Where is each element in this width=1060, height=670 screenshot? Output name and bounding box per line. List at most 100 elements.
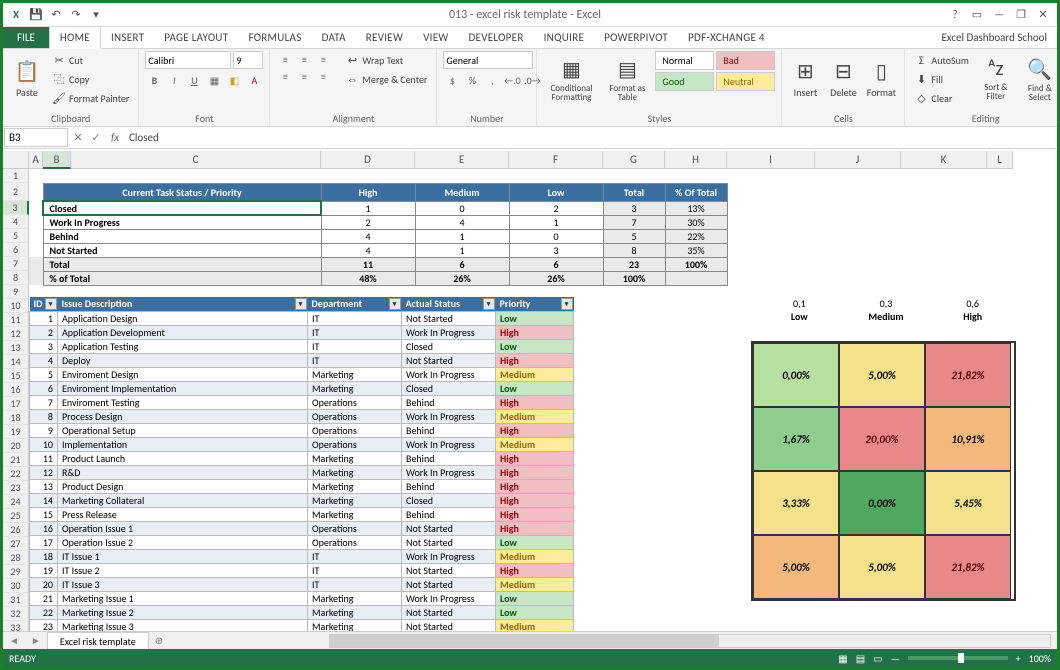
minimize-icon[interactable]: — bbox=[989, 6, 1009, 24]
view-page-break-icon[interactable]: ▭ bbox=[873, 652, 882, 665]
format-painter-button[interactable]: 🖌Format Painter bbox=[49, 89, 132, 107]
row-header[interactable]: 25 bbox=[3, 509, 29, 523]
row-header[interactable]: 22 bbox=[3, 467, 29, 481]
column-headers[interactable]: ABCDEFGHIJKL bbox=[29, 151, 1057, 169]
font-color-button[interactable]: A bbox=[245, 72, 263, 88]
clear-button[interactable]: ◇Clear bbox=[911, 89, 971, 107]
undo-icon[interactable]: ↶ bbox=[47, 6, 65, 24]
save-icon[interactable]: 💾 bbox=[27, 6, 45, 24]
row-header[interactable]: 33 bbox=[3, 621, 29, 631]
row-header[interactable]: 23 bbox=[3, 481, 29, 495]
column-header[interactable]: G bbox=[603, 151, 665, 169]
row-header[interactable]: 11 bbox=[3, 313, 29, 327]
horizontal-scrollbar[interactable] bbox=[329, 634, 1051, 648]
row-header[interactable]: 26 bbox=[3, 523, 29, 537]
filter-dropdown-icon[interactable]: ▾ bbox=[45, 298, 57, 310]
account-label[interactable]: Excel Dashboard School bbox=[931, 27, 1057, 48]
cut-button[interactable]: ✂Cut bbox=[49, 51, 132, 69]
row-header[interactable]: 18 bbox=[3, 411, 29, 425]
zoom-out-icon[interactable]: — bbox=[891, 652, 900, 665]
tab-home[interactable]: HOME bbox=[49, 26, 101, 49]
row-header[interactable]: 14 bbox=[3, 355, 29, 369]
column-header[interactable]: F bbox=[509, 151, 603, 169]
row-header[interactable]: 6 bbox=[3, 243, 29, 257]
percent-button[interactable]: % bbox=[463, 72, 481, 88]
tab-formulas[interactable]: FORMULAS bbox=[238, 27, 311, 48]
fill-color-button[interactable]: ◧ bbox=[225, 72, 243, 88]
row-header[interactable]: 24 bbox=[3, 495, 29, 509]
row-header[interactable]: 9 bbox=[3, 285, 29, 299]
row-header[interactable]: 27 bbox=[3, 537, 29, 551]
fill-button[interactable]: ⬇Fill bbox=[911, 70, 971, 88]
row-header[interactable]: 3 bbox=[3, 201, 29, 215]
tab-page-layout[interactable]: PAGE LAYOUT bbox=[154, 27, 238, 48]
insert-cells-button[interactable]: ⊞Insert bbox=[788, 51, 822, 107]
add-sheet-icon[interactable]: ⊕ bbox=[149, 634, 169, 647]
find-select-button[interactable]: 🔍Find & Select bbox=[1020, 51, 1060, 107]
row-header[interactable]: 28 bbox=[3, 551, 29, 565]
tab-view[interactable]: VIEW bbox=[413, 27, 458, 48]
row-header[interactable]: 1 bbox=[3, 169, 29, 183]
align-top-button[interactable]: ≡ bbox=[276, 51, 294, 67]
cell-styles-gallery[interactable]: Normal Bad Good Neutral bbox=[655, 51, 775, 91]
column-header[interactable]: B bbox=[43, 151, 71, 169]
row-header[interactable]: 20 bbox=[3, 439, 29, 453]
paste-button[interactable]: 📋Paste bbox=[9, 51, 45, 107]
sheet-nav-next-icon[interactable]: ► bbox=[25, 634, 47, 647]
cancel-formula-icon[interactable]: ✕ bbox=[69, 131, 87, 144]
column-header[interactable]: E bbox=[415, 151, 509, 169]
tab-insert[interactable]: INSERT bbox=[101, 27, 154, 48]
column-header[interactable]: D bbox=[321, 151, 415, 169]
help-icon[interactable]: ? bbox=[945, 6, 965, 24]
worksheet-grid[interactable]: ABCDEFGHIJKL 123456789101112131415161718… bbox=[3, 151, 1057, 631]
column-header[interactable]: H bbox=[665, 151, 727, 169]
row-headers[interactable]: 1234567891011121314151617181920212223242… bbox=[3, 169, 29, 631]
tab-pdf-xchange[interactable]: PDF-XChange 4 bbox=[678, 27, 775, 48]
restore-icon[interactable]: ❐ bbox=[1011, 6, 1031, 24]
currency-button[interactable]: $ bbox=[443, 72, 461, 88]
row-header[interactable]: 31 bbox=[3, 593, 29, 607]
format-as-table-button[interactable]: ▤Format as Table bbox=[603, 51, 651, 107]
row-header[interactable]: 2 bbox=[3, 183, 29, 201]
row-header[interactable]: 19 bbox=[3, 425, 29, 439]
font-size-select[interactable] bbox=[233, 51, 263, 69]
font-name-select[interactable] bbox=[145, 51, 231, 69]
formula-input[interactable]: Closed bbox=[125, 129, 1057, 146]
column-header[interactable]: K bbox=[901, 151, 987, 169]
tab-file[interactable]: FILE bbox=[3, 27, 49, 48]
column-header[interactable]: A bbox=[29, 151, 43, 169]
enter-formula-icon[interactable]: ✓ bbox=[87, 131, 105, 144]
sort-filter-button[interactable]: ᴬᴢSort & Filter bbox=[976, 51, 1016, 107]
row-header[interactable]: 13 bbox=[3, 341, 29, 355]
border-button[interactable]: ▦ bbox=[205, 72, 223, 88]
name-box[interactable]: B3 bbox=[4, 128, 68, 147]
row-header[interactable]: 32 bbox=[3, 607, 29, 621]
excel-icon[interactable]: X bbox=[7, 6, 25, 24]
row-header[interactable]: 4 bbox=[3, 215, 29, 229]
row-header[interactable]: 16 bbox=[3, 383, 29, 397]
select-all-corner[interactable] bbox=[3, 151, 29, 169]
row-header[interactable]: 15 bbox=[3, 369, 29, 383]
row-header[interactable]: 8 bbox=[3, 271, 29, 285]
merge-center-button[interactable]: ⇔Merge & Center bbox=[342, 70, 430, 88]
filter-dropdown-icon[interactable]: ▾ bbox=[483, 298, 495, 310]
row-header[interactable]: 17 bbox=[3, 397, 29, 411]
row-header[interactable]: 29 bbox=[3, 565, 29, 579]
zoom-level[interactable]: 100% bbox=[1029, 652, 1051, 665]
view-normal-icon[interactable]: ▦ bbox=[838, 652, 847, 665]
conditional-formatting-button[interactable]: ▦Conditional Formatting bbox=[543, 51, 599, 107]
sheet-nav-prev-icon[interactable]: ◄ bbox=[3, 634, 25, 647]
tab-data[interactable]: DATA bbox=[312, 27, 356, 48]
column-header[interactable]: J bbox=[815, 151, 901, 169]
row-header[interactable]: 30 bbox=[3, 579, 29, 593]
number-format-select[interactable] bbox=[443, 51, 533, 69]
wrap-text-button[interactable]: ↩Wrap Text bbox=[342, 51, 430, 69]
delete-cells-button[interactable]: ⊟Delete bbox=[826, 51, 860, 107]
zoom-slider[interactable] bbox=[908, 656, 1008, 660]
tab-developer[interactable]: DEVELOPER bbox=[458, 27, 533, 48]
filter-dropdown-icon[interactable]: ▾ bbox=[295, 298, 307, 310]
column-header[interactable]: C bbox=[71, 151, 321, 169]
italic-button[interactable]: I bbox=[165, 72, 183, 88]
row-header[interactable]: 12 bbox=[3, 327, 29, 341]
comma-button[interactable]: , bbox=[483, 72, 501, 88]
